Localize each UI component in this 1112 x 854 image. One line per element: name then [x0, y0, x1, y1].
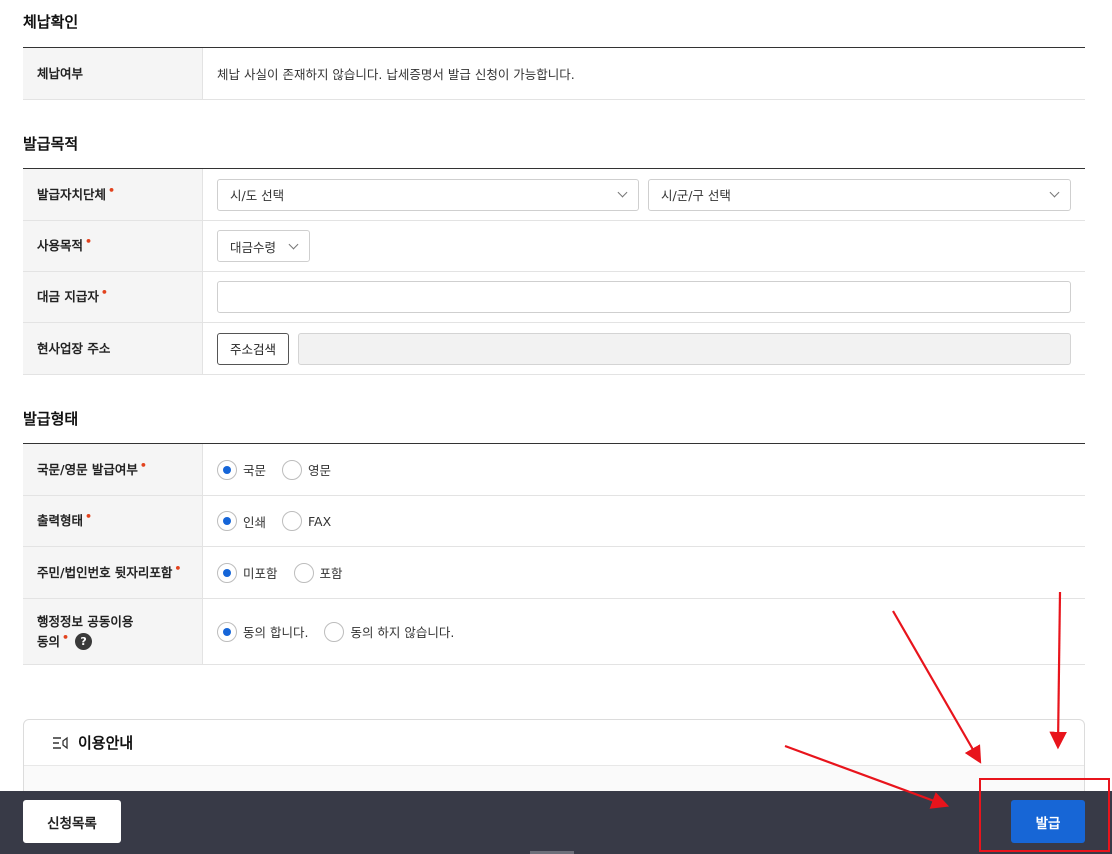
radio-checked-icon [217, 621, 237, 642]
radio-checked-icon [217, 511, 237, 531]
table-row: 출력형태 • 인쇄 FAX [23, 496, 1085, 547]
table-row: 주민/법인번호 뒷자리포함 • 미포함 포함 [23, 547, 1085, 599]
radio-unchecked-icon [293, 562, 314, 583]
usage-guide-title: 이용안내 [78, 734, 134, 752]
usage-purpose-select[interactable]: 대금수령 [217, 230, 310, 262]
required-mark: • [174, 561, 182, 575]
required-mark: • [139, 458, 147, 472]
required-mark: • [62, 630, 70, 644]
radio-exclude[interactable]: 미포함 [217, 562, 278, 583]
payer-cell [203, 272, 1085, 322]
table-row: 대금 지급자 • [23, 272, 1085, 323]
usage-guide-header[interactable]: 이용안내 [24, 720, 1084, 766]
section-title-format: 발급형태 [23, 410, 79, 428]
address-field [298, 332, 1071, 365]
address-cell: 주소검색 [203, 323, 1085, 374]
row-label: 대금 지급자 • [23, 272, 203, 322]
radio-disagree[interactable]: 동의 하지 않습니다. [324, 621, 454, 642]
radio-include[interactable]: 포함 [293, 562, 343, 583]
row-label: 체납여부 [23, 48, 203, 99]
chevron-down-icon [617, 187, 628, 198]
bottom-action-bar: 신청목록 발급 [0, 791, 1112, 854]
chevron-down-icon [1049, 187, 1060, 198]
id-suffix-radio-group: 미포함 포함 [203, 547, 1085, 598]
row-label: 현사업장 주소 [23, 323, 203, 374]
chevron-down-icon [288, 239, 299, 249]
format-table: 국문/영문 발급여부 • 국문 영문 출력형태 • 인쇄 FAX 주민/법인번호 뒷… [23, 443, 1085, 665]
section-title-arrears: 체납확인 [23, 13, 79, 31]
radio-unchecked-icon [282, 459, 303, 480]
table-row: 발급자치단체 • 시/도 선택 시/군/구 선택 [23, 169, 1085, 221]
row-label: 사용목적 • [23, 221, 203, 271]
radio-fax[interactable]: FAX [282, 511, 331, 531]
table-row: 사용목적 • 대금수령 [23, 221, 1085, 272]
annotation-highlight-box [979, 778, 1110, 852]
consent-radio-group: 동의 합니다. 동의 하지 않습니다. [203, 599, 1085, 664]
issuing-authority-cell: 시/도 선택 시/군/구 선택 [203, 169, 1085, 220]
language-radio-group: 국문 영문 [203, 444, 1085, 495]
required-mark: • [100, 286, 108, 299]
required-mark: • [85, 510, 93, 523]
purpose-cell: 대금수령 [203, 221, 1085, 271]
arrears-table: 체납여부 체납 사실이 존재하지 않습니다. 납세증명서 발급 신청이 가능합니… [23, 47, 1085, 100]
section-title-purpose: 발급목적 [23, 135, 79, 153]
row-label: 출력형태 • [23, 496, 203, 546]
table-row: 국문/영문 발급여부 • 국문 영문 [23, 444, 1085, 496]
label-line2: 동의 •? [37, 631, 93, 652]
radio-agree[interactable]: 동의 합니다. [217, 621, 308, 642]
table-row: 체납여부 체납 사실이 존재하지 않습니다. 납세증명서 발급 신청이 가능합니… [23, 48, 1085, 100]
application-list-button[interactable]: 신청목록 [23, 800, 121, 843]
radio-korean[interactable]: 국문 [217, 459, 266, 480]
radio-print[interactable]: 인쇄 [217, 511, 266, 531]
row-label: 국문/영문 발급여부 • [23, 444, 203, 495]
required-mark: • [108, 183, 116, 197]
purpose-table: 발급자치단체 • 시/도 선택 시/군/구 선택 사용목적 • 대금수령 대금 지급… [23, 168, 1085, 375]
table-row: 현사업장 주소 주소검색 [23, 323, 1085, 375]
output-radio-group: 인쇄 FAX [203, 496, 1085, 546]
row-label: 행정정보 공동이용 동의 •? [23, 599, 203, 664]
address-search-button[interactable]: 주소검색 [217, 332, 290, 365]
sigungu-select[interactable]: 시/군/구 선택 [648, 178, 1071, 211]
arrears-status-text: 체납 사실이 존재하지 않습니다. 납세증명서 발급 신청이 가능합니다. [217, 67, 575, 82]
row-label: 주민/법인번호 뒷자리포함 • [23, 547, 203, 598]
sido-select[interactable]: 시/도 선택 [217, 178, 639, 211]
row-label: 발급자치단체 • [23, 169, 203, 220]
radio-checked-icon [217, 459, 237, 480]
radio-english[interactable]: 영문 [282, 459, 331, 480]
radio-checked-icon [217, 562, 237, 583]
radio-unchecked-icon [324, 621, 345, 642]
required-mark: • [85, 235, 93, 248]
radio-unchecked-icon [282, 511, 303, 531]
payer-input[interactable] [217, 281, 1071, 313]
notice-list-icon [53, 736, 68, 749]
table-row: 행정정보 공동이용 동의 •? 동의 합니다. 동의 하지 않습니다. [23, 599, 1085, 665]
help-icon[interactable]: ? [75, 633, 93, 650]
